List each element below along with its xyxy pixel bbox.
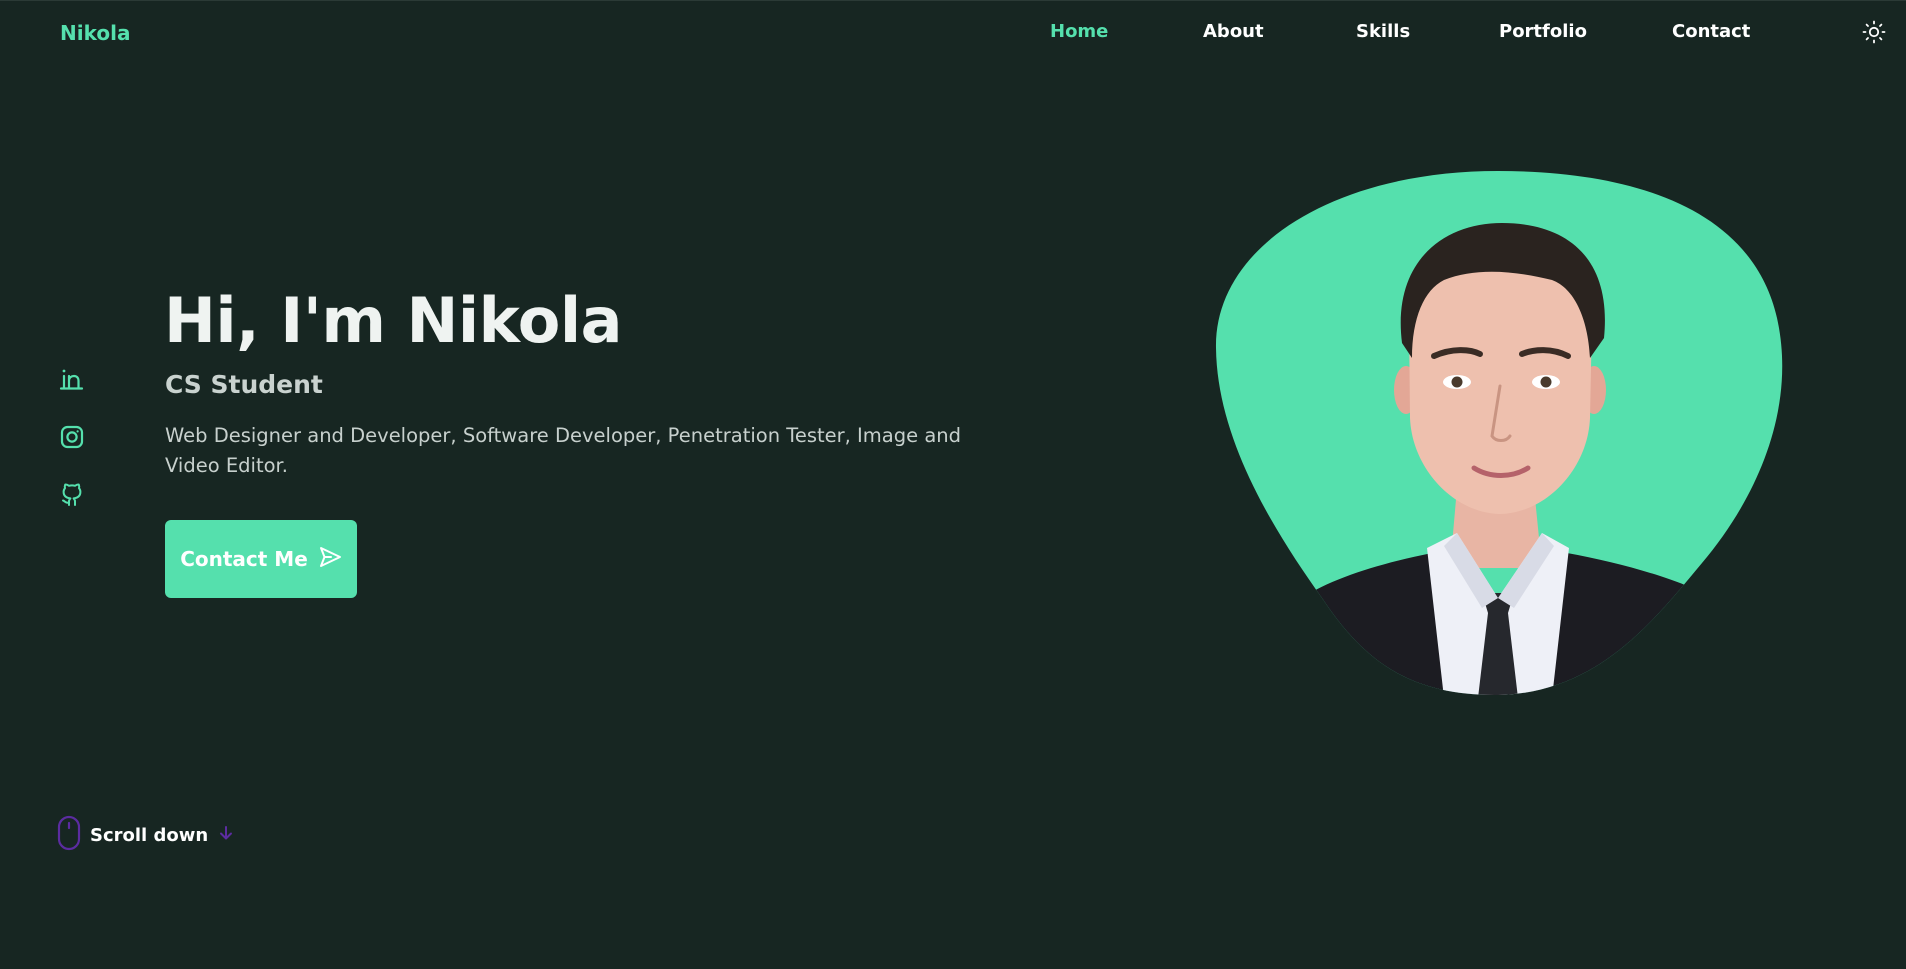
github-icon[interactable] xyxy=(58,480,86,508)
contact-me-button[interactable]: Contact Me xyxy=(165,520,357,598)
nav-link-skills[interactable]: Skills xyxy=(1356,21,1410,42)
nav-link-home[interactable]: Home xyxy=(1050,21,1108,42)
nav-link-contact[interactable]: Contact xyxy=(1672,21,1750,42)
nav-link-portfolio[interactable]: Portfolio xyxy=(1499,21,1587,42)
main-nav: Home About Skills Portfolio Contact xyxy=(0,21,1906,45)
instagram-icon[interactable] xyxy=(58,423,86,451)
contact-me-label: Contact Me xyxy=(180,547,308,571)
social-links xyxy=(58,366,88,537)
home-page: Nikola Home About Skills Portfolio Conta… xyxy=(0,0,1906,969)
linkedin-icon[interactable] xyxy=(58,366,86,394)
scroll-down-link[interactable]: Scroll down xyxy=(56,815,234,855)
send-icon xyxy=(318,545,342,574)
sun-icon[interactable] xyxy=(1862,20,1886,44)
hero-subtitle: CS Student xyxy=(165,370,323,399)
mouse-icon xyxy=(56,815,82,855)
scroll-down-label: Scroll down xyxy=(90,824,209,846)
hero-description: Web Designer and Developer, Software Dev… xyxy=(165,424,962,477)
site-header: Nikola Home About Skills Portfolio Conta… xyxy=(0,0,1906,62)
nav-link-about[interactable]: About xyxy=(1203,21,1264,42)
hero-title: Hi, I'm Nikola xyxy=(164,284,622,357)
profile-photo xyxy=(1212,168,1784,698)
arrow-down-icon xyxy=(208,825,234,845)
